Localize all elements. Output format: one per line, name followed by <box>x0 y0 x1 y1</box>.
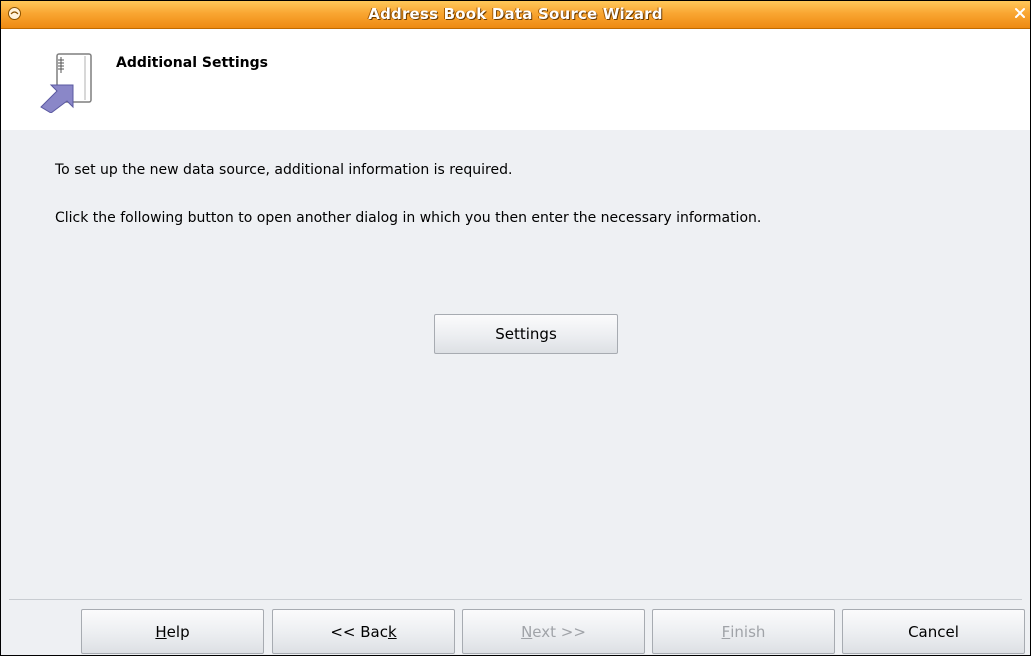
help-label-post: elp <box>166 622 190 641</box>
close-icon[interactable] <box>1012 5 1028 22</box>
wizard-header: Additional Settings <box>1 29 1030 130</box>
info-text-instructions: Click the following button to open anoth… <box>55 210 762 226</box>
info-text-required: To set up the new data source, additiona… <box>55 162 513 178</box>
wizard-footer: Help << Bac k Next >> Finish Cancel <box>1 601 1030 655</box>
page-title: Additional Settings <box>116 55 268 71</box>
back-button[interactable]: << Bac k <box>272 609 455 654</box>
footer-separator <box>9 599 1022 600</box>
window-title: Address Book Data Source Wizard <box>368 5 663 23</box>
finish-label-post: inish <box>730 622 766 641</box>
back-label-pre: << Bac <box>330 622 388 641</box>
settings-button[interactable]: Settings <box>434 314 618 354</box>
address-book-wizard-icon <box>40 53 92 113</box>
next-label-post: ext >> <box>532 622 586 641</box>
next-button[interactable]: Next >> <box>462 609 645 654</box>
back-mnemonic: k <box>387 622 397 641</box>
finish-mnemonic: F <box>721 622 731 641</box>
help-mnemonic: H <box>155 622 167 641</box>
next-mnemonic: N <box>521 622 533 641</box>
cancel-button[interactable]: Cancel <box>842 609 1025 654</box>
wizard-content: To set up the new data source, additiona… <box>1 131 1030 598</box>
finish-button[interactable]: Finish <box>652 609 835 654</box>
title-bar[interactable]: Address Book Data Source Wizard <box>1 1 1030 29</box>
help-button[interactable]: Help <box>81 609 264 654</box>
wizard-window: Address Book Data Source Wizard Addition… <box>0 0 1031 656</box>
